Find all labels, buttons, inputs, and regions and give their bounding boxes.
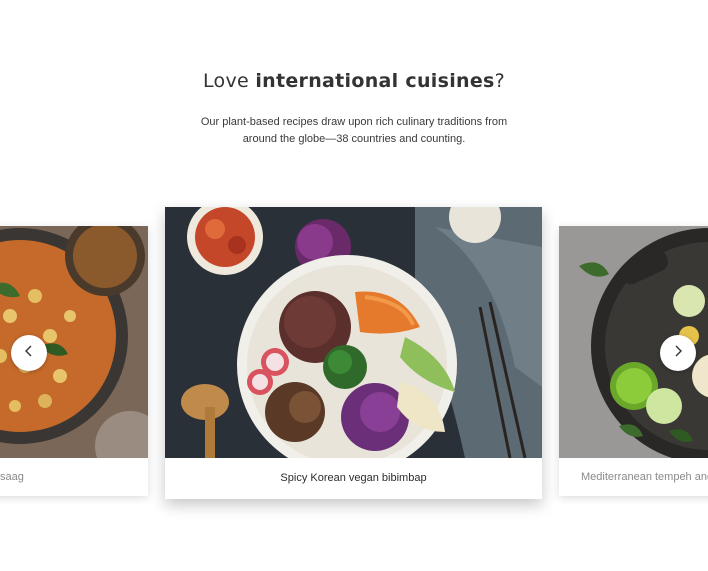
chevron-right-icon [672,344,684,362]
title-suffix: ? [494,70,506,92]
bibimbap-photo [165,207,542,458]
card-caption: saag [0,471,24,483]
section-subtitle: Our plant-based recipes draw upon rich c… [200,116,508,145]
card-caption: Spicy Korean vegan bibimbap [280,472,427,484]
section-title: Love international cuisines? [0,70,708,92]
title-bold: international cuisines [255,70,495,92]
chevron-left-icon [23,344,35,362]
recipe-card-bibimbap[interactable]: Spicy Korean vegan bibimbap [165,207,542,499]
title-prefix: Love [202,70,256,92]
card-caption: Mediterranean tempeh and [581,471,708,483]
carousel-next-button[interactable] [660,335,696,371]
carousel-prev-button[interactable] [11,335,47,371]
